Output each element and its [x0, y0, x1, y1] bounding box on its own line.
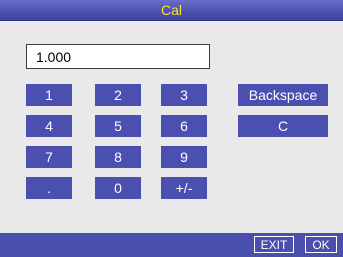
key-7[interactable]: 7	[26, 146, 72, 168]
title-bar: Cal	[0, 0, 343, 21]
window-title: Cal	[160, 2, 182, 18]
key-5[interactable]: 5	[95, 115, 141, 137]
clear-button[interactable]: C	[238, 115, 328, 137]
key-2[interactable]: 2	[95, 84, 141, 106]
display-value: 1.000	[36, 49, 72, 65]
calculator-screen: Cal 1.000 1 2 3 4 5 6 7 8 9 . 0 +/- Back…	[0, 0, 343, 257]
key-4[interactable]: 4	[26, 115, 72, 137]
soft-key-bar: EXIT OK	[0, 233, 343, 257]
key-0[interactable]: 0	[95, 177, 141, 199]
key-6[interactable]: 6	[161, 115, 207, 137]
ok-button[interactable]: OK	[305, 236, 337, 253]
key-9[interactable]: 9	[161, 146, 207, 168]
key-3[interactable]: 3	[161, 84, 207, 106]
exit-button[interactable]: EXIT	[254, 236, 294, 253]
key-8[interactable]: 8	[95, 146, 141, 168]
key-plus-minus[interactable]: +/-	[161, 177, 207, 199]
result-display: 1.000	[26, 44, 210, 69]
backspace-button[interactable]: Backspace	[238, 84, 328, 106]
key-decimal-point[interactable]: .	[26, 177, 72, 199]
key-1[interactable]: 1	[26, 84, 72, 106]
